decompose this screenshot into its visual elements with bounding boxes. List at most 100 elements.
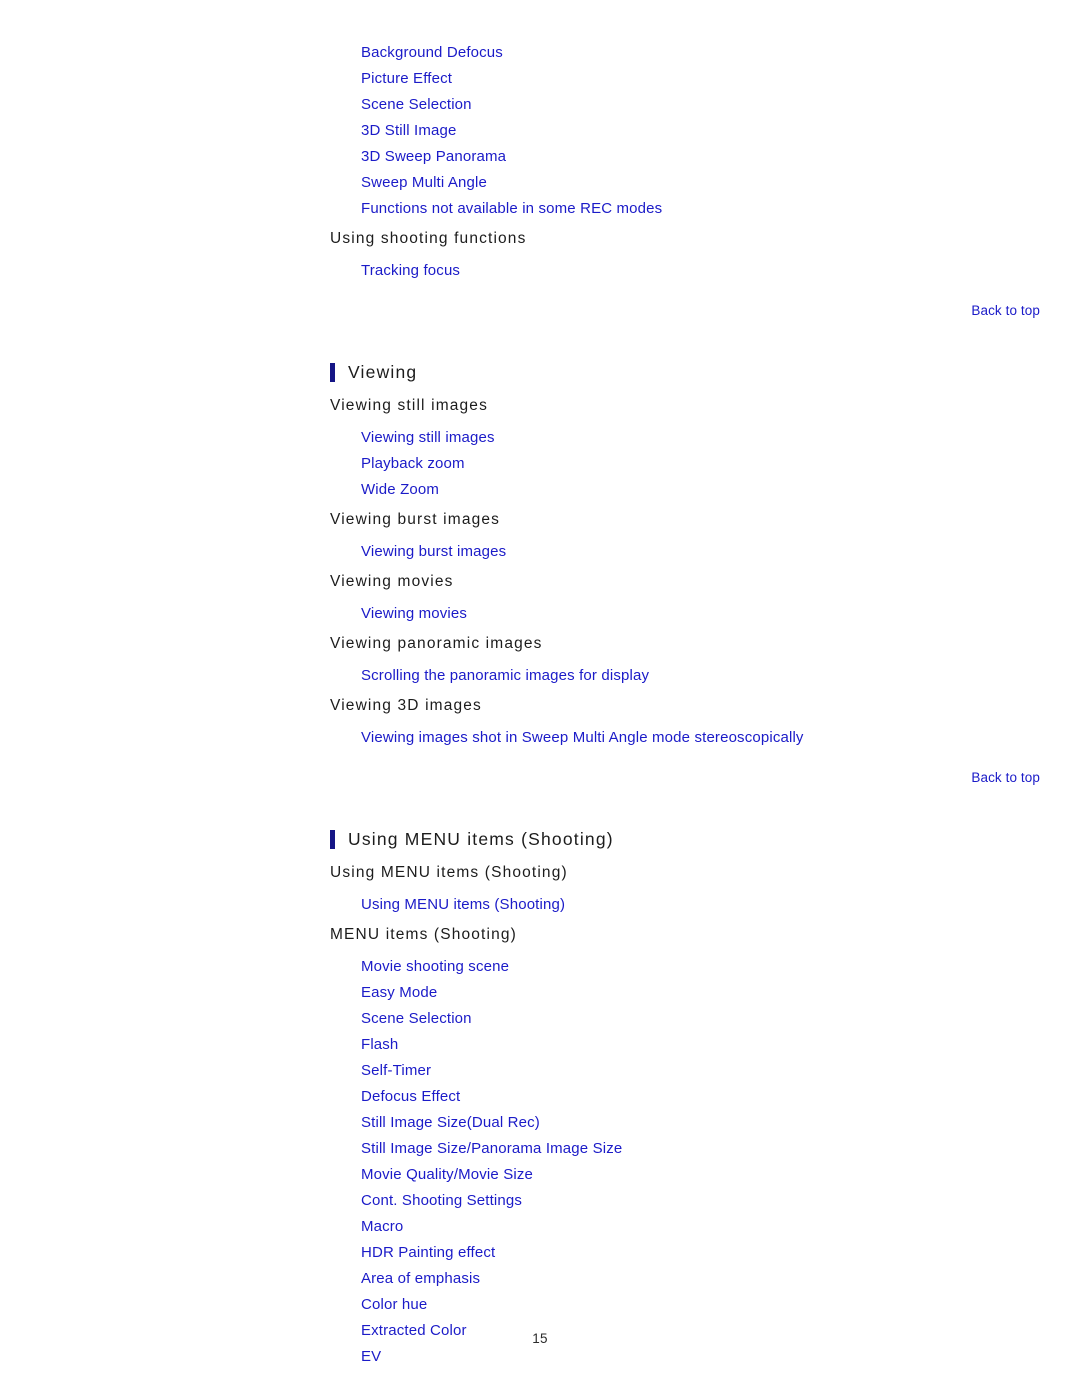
toc-subheading: Viewing 3D images (330, 697, 482, 714)
toc-subheading: Viewing movies (330, 573, 454, 590)
toc-link[interactable]: Using MENU items (Shooting) (361, 892, 565, 918)
toc-subheading: Viewing still images (330, 397, 488, 414)
toc-link-list: Viewing still images Playback zoom Wide … (330, 425, 1060, 503)
toc-link-list: Viewing movies (330, 601, 1060, 627)
toc-link[interactable]: Sweep Multi Angle (361, 170, 487, 196)
list-item: Still Image Size/Panorama Image Size (361, 1136, 1060, 1162)
list-item: Cont. Shooting Settings (361, 1188, 1060, 1214)
toc-content: Background Defocus Picture Effect Scene … (330, 40, 1060, 1370)
section-heading-using-menu-items-shooting: Using MENU items (Shooting) (330, 827, 1060, 851)
list-item: Flash (361, 1032, 1060, 1058)
toc-link-list: Scrolling the panoramic images for displ… (330, 663, 1060, 689)
list-item: Scene Selection (361, 1006, 1060, 1032)
section-marker-bar-icon (330, 363, 335, 382)
toc-link[interactable]: Still Image Size(Dual Rec) (361, 1110, 540, 1136)
list-item: Easy Mode (361, 980, 1060, 1006)
toc-link-list: Background Defocus Picture Effect Scene … (330, 40, 1060, 222)
list-item: EV (361, 1344, 1060, 1370)
toc-link[interactable]: Viewing movies (361, 601, 467, 627)
toc-link[interactable]: EV (361, 1344, 381, 1370)
section-heading-viewing: Viewing (330, 360, 1060, 384)
list-item: Wide Zoom (361, 477, 1060, 503)
toc-link[interactable]: Cont. Shooting Settings (361, 1188, 522, 1214)
toc-link-list: Using MENU items (Shooting) (330, 892, 1060, 918)
back-to-top-link[interactable]: Back to top (971, 303, 1040, 318)
list-item: Viewing images shot in Sweep Multi Angle… (361, 725, 1060, 751)
toc-subheading: Viewing burst images (330, 511, 501, 528)
toc-link[interactable]: Flash (361, 1032, 398, 1058)
section-marker-bar-icon (330, 830, 335, 849)
toc-link-list: Tracking focus (330, 258, 1060, 284)
toc-link[interactable]: Viewing burst images (361, 539, 506, 565)
toc-link[interactable]: Viewing images shot in Sweep Multi Angle… (361, 725, 804, 751)
list-item: Functions not available in some REC mode… (361, 196, 1060, 222)
list-item: Viewing burst images (361, 539, 1060, 565)
back-to-top-row: Back to top (330, 302, 1060, 320)
toc-link[interactable]: Wide Zoom (361, 477, 439, 503)
list-item: Viewing still images (361, 425, 1060, 451)
list-item: Self-Timer (361, 1058, 1060, 1084)
list-item: 3D Sweep Panorama (361, 144, 1060, 170)
toc-subheading: Using shooting functions (330, 230, 527, 247)
toc-link[interactable]: Scrolling the panoramic images for displ… (361, 663, 649, 689)
list-item: Background Defocus (361, 40, 1060, 66)
list-item: 3D Still Image (361, 118, 1060, 144)
list-item: Macro (361, 1214, 1060, 1240)
toc-link[interactable]: Movie shooting scene (361, 954, 509, 980)
toc-subheading: Using MENU items (Shooting) (330, 864, 568, 881)
section-heading-label: Using MENU items (Shooting) (348, 829, 614, 849)
toc-subheading: Viewing panoramic images (330, 635, 543, 652)
list-item: Sweep Multi Angle (361, 170, 1060, 196)
back-to-top-link[interactable]: Back to top (971, 770, 1040, 785)
toc-link[interactable]: Functions not available in some REC mode… (361, 196, 662, 222)
list-item: HDR Painting effect (361, 1240, 1060, 1266)
list-item: Defocus Effect (361, 1084, 1060, 1110)
list-item: Using MENU items (Shooting) (361, 892, 1060, 918)
list-item: Tracking focus (361, 258, 1060, 284)
toc-link[interactable]: HDR Painting effect (361, 1240, 495, 1266)
document-page: Background Defocus Picture Effect Scene … (0, 0, 1080, 1397)
list-item: Viewing movies (361, 601, 1060, 627)
list-item: Still Image Size(Dual Rec) (361, 1110, 1060, 1136)
toc-link[interactable]: Scene Selection (361, 92, 472, 118)
toc-link[interactable]: Still Image Size/Panorama Image Size (361, 1136, 622, 1162)
toc-link[interactable]: Scene Selection (361, 1006, 472, 1032)
list-item: Color hue (361, 1292, 1060, 1318)
toc-link[interactable]: Movie Quality/Movie Size (361, 1162, 533, 1188)
toc-link[interactable]: Tracking focus (361, 258, 460, 284)
toc-link[interactable]: Self-Timer (361, 1058, 431, 1084)
toc-link[interactable]: 3D Still Image (361, 118, 456, 144)
toc-link[interactable]: Playback zoom (361, 451, 465, 477)
toc-link[interactable]: Background Defocus (361, 40, 503, 66)
toc-link[interactable]: Color hue (361, 1292, 427, 1318)
list-item: Movie shooting scene (361, 954, 1060, 980)
back-to-top-row: Back to top (330, 769, 1060, 787)
list-item: Scrolling the panoramic images for displ… (361, 663, 1060, 689)
list-item: Scene Selection (361, 92, 1060, 118)
toc-link[interactable]: Defocus Effect (361, 1084, 460, 1110)
list-item: Playback zoom (361, 451, 1060, 477)
page-number: 15 (532, 1331, 548, 1346)
toc-link-list: Viewing images shot in Sweep Multi Angle… (330, 725, 1060, 751)
section-heading-label: Viewing (348, 362, 418, 382)
toc-link[interactable]: Viewing still images (361, 425, 495, 451)
toc-subheading: MENU items (Shooting) (330, 926, 517, 943)
toc-link[interactable]: Area of emphasis (361, 1266, 480, 1292)
toc-link-list: Viewing burst images (330, 539, 1060, 565)
toc-link[interactable]: Macro (361, 1214, 403, 1240)
toc-link[interactable]: Picture Effect (361, 66, 452, 92)
toc-link[interactable]: Easy Mode (361, 980, 437, 1006)
toc-link[interactable]: 3D Sweep Panorama (361, 144, 506, 170)
